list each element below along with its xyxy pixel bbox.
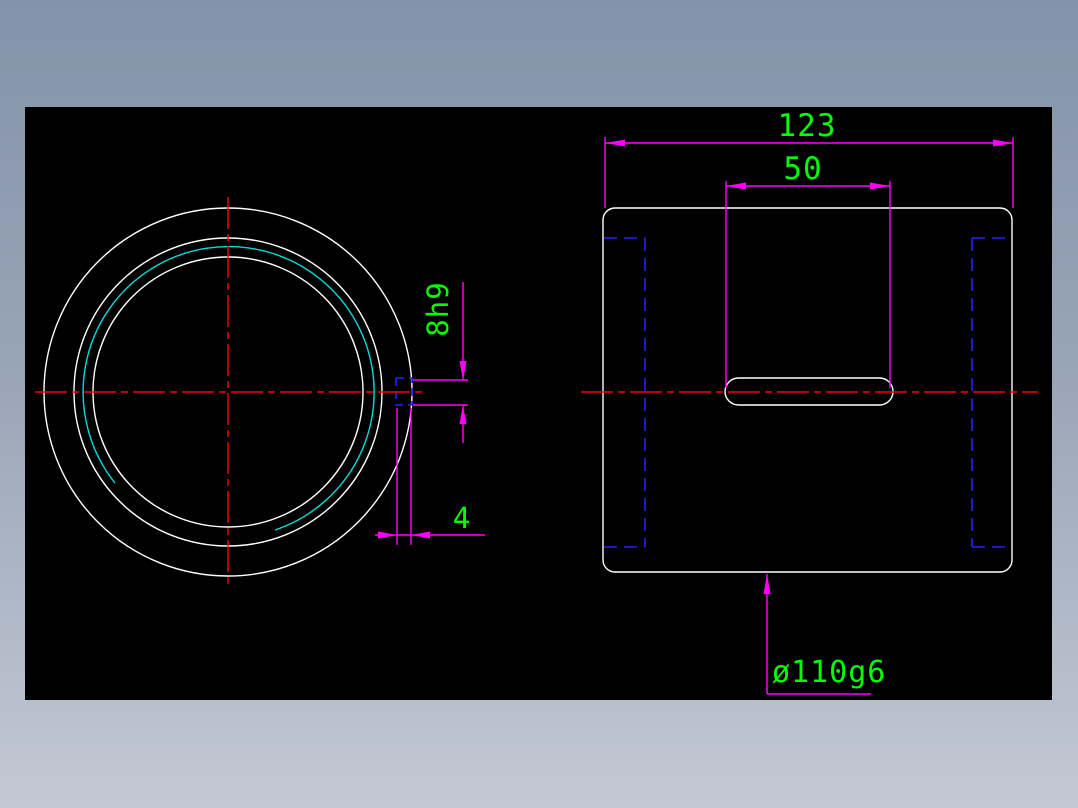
front-view: 8h9 4: [35, 197, 485, 588]
drawing-canvas[interactable]: 8h9 4 123 50 ø110g6: [25, 107, 1052, 700]
overall-length-label: 123: [778, 108, 837, 144]
arrowhead-left-icon: [605, 139, 625, 147]
dimension-keyway-length: [725, 181, 891, 388]
keyway-width-label: 8h9: [421, 281, 455, 336]
arrowhead-down-icon: [459, 361, 467, 380]
drawing-svg: 8h9 4 123 50 ø110g6: [35, 108, 1038, 695]
arrowhead-right-icon: [993, 139, 1013, 147]
keyway-depth-label: 4: [453, 501, 471, 535]
arrowhead-up-icon: [763, 574, 771, 594]
arrowhead-right-icon: [870, 182, 890, 190]
arrowhead-left-icon: [411, 531, 430, 539]
front-centerlines: [35, 197, 422, 588]
part-body-outline: [602, 207, 1013, 573]
cad-viewport: 8h9 4 123 50 ø110g6: [0, 0, 1078, 808]
side-outline-layer: [602, 207, 1013, 573]
keyway-length-label: 50: [783, 151, 822, 187]
arrowhead-right-icon: [378, 531, 397, 539]
side-view: 123 50 ø110g6: [581, 108, 1038, 695]
arrowhead-left-icon: [726, 182, 746, 190]
arrowhead-up-icon: [459, 405, 467, 424]
outer-diameter-label: ø110g6: [772, 655, 886, 690]
